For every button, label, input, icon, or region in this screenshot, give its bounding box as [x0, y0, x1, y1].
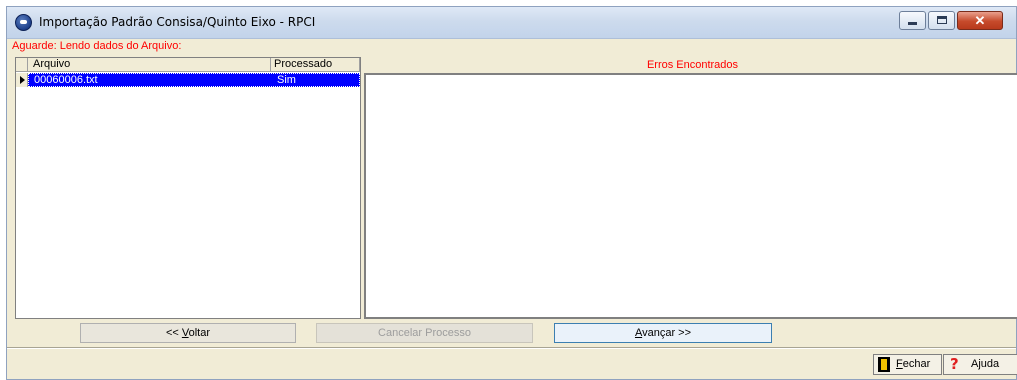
errors-list[interactable] [364, 73, 1017, 319]
wizard-button-bar: << Voltar Cancelar Processo Avançar >> [7, 321, 1016, 349]
bottom-toolbar: Fechar ? Ajuda [7, 350, 1017, 380]
window-title: Importação Padrão Consisa/Quinto Eixo - … [39, 15, 316, 29]
row-indicator [16, 73, 28, 87]
files-grid[interactable]: Arquivo Processado 00060006.txt Sim [15, 57, 361, 319]
question-mark-icon: ? [950, 355, 959, 373]
errors-header: Erros Encontrados [646, 59, 739, 71]
help-label: Ajuda [971, 358, 1000, 370]
divider [7, 347, 1016, 349]
back-button-accel: V [181, 327, 189, 339]
close-window-rest: echar [902, 358, 931, 370]
current-row-arrow-icon [20, 76, 25, 84]
cell-processado[interactable]: Sim [277, 74, 296, 86]
app-disc-icon [15, 14, 32, 31]
table-row[interactable]: 00060006.txt Sim [16, 73, 360, 87]
back-button[interactable]: << Voltar [80, 323, 296, 343]
column-header-processado[interactable]: Processado [271, 58, 360, 72]
next-button-rest: vançar >> [642, 327, 692, 339]
cell-arquivo[interactable]: 00060006.txt [34, 74, 98, 86]
close-window-label: Fechar [896, 355, 930, 374]
next-button[interactable]: Avançar >> [554, 323, 772, 343]
cancel-process-button[interactable]: Cancelar Processo [316, 323, 533, 343]
grid-header: Arquivo Processado [16, 58, 360, 72]
maximize-icon [937, 16, 947, 24]
door-exit-icon [878, 357, 890, 372]
close-icon: ✕ [974, 13, 986, 28]
header-indicator-cell [16, 58, 28, 72]
close-window-button[interactable]: Fechar [873, 354, 942, 375]
minimize-icon [908, 22, 917, 25]
minimize-button[interactable] [899, 11, 926, 30]
close-button[interactable]: ✕ [957, 11, 1003, 30]
title-bar[interactable]: Importação Padrão Consisa/Quinto Eixo - … [7, 7, 1016, 39]
back-button-prefix: << [165, 327, 182, 339]
selected-row-cells[interactable]: 00060006.txt Sim [28, 73, 360, 87]
maximize-button[interactable] [928, 11, 955, 30]
column-header-arquivo[interactable]: Arquivo [28, 58, 271, 72]
close-window-accel: F [896, 358, 903, 370]
status-message: Aguarde: Lendo dados do Arquivo: [12, 40, 182, 52]
back-button-rest: oltar [188, 327, 211, 339]
import-window: Importação Padrão Consisa/Quinto Eixo - … [6, 6, 1017, 380]
help-button[interactable]: ? Ajuda [943, 354, 1017, 375]
